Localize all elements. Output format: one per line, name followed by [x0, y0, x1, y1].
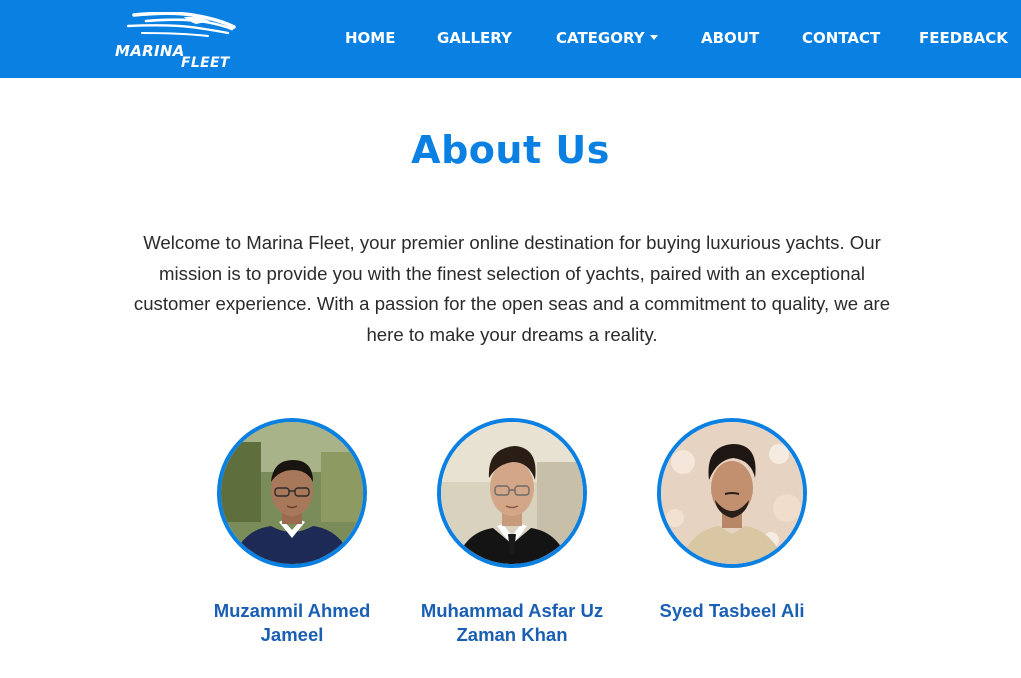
member-name: Muzammil Ahmed Jameel [192, 599, 392, 646]
avatar [437, 418, 587, 568]
member-name: Muhammad Asfar Uz Zaman Khan [412, 599, 612, 646]
avatar [217, 418, 367, 568]
brand-logo[interactable]: MARINA FLEET [112, 12, 240, 72]
navbar: MARINA FLEET HOME GALLERY CATEGORY ABOUT… [0, 0, 1021, 78]
intro-line: Welcome to Marina Fleet, your premier on… [143, 232, 881, 253]
intro-line: customer experience. With a passion for … [133, 293, 891, 315]
nav-feedback[interactable]: FEEDBACK [919, 28, 1008, 48]
nav-home[interactable]: HOME [345, 28, 395, 48]
avatar-photo [221, 422, 363, 564]
brand-name-line2: FLEET [181, 55, 230, 71]
member-name-line: Muhammad Asfar Uz [420, 600, 604, 621]
brand-name-line1: MARINA [115, 42, 185, 60]
avatar-photo [441, 422, 583, 564]
intro-line: here to make your dreams a reality. [366, 324, 658, 346]
caret-down-icon [649, 34, 658, 40]
nav-contact[interactable]: CONTACT [802, 28, 880, 48]
avatar-photo [661, 422, 803, 564]
avatar [657, 418, 807, 568]
member-name-line: Zaman Khan [456, 623, 568, 645]
page-title: About Us [411, 128, 610, 172]
nav-category-label: CATEGORY [556, 29, 645, 47]
nav-about[interactable]: ABOUT [701, 28, 759, 48]
yacht-logo-icon [126, 12, 236, 37]
about-intro: Welcome to Marina Fleet, your premier on… [112, 228, 912, 351]
member-name-line: Jameel [260, 623, 324, 645]
member-name-line: Muzammil Ahmed [213, 600, 371, 621]
nav-category[interactable]: CATEGORY [556, 28, 658, 48]
nav-gallery[interactable]: GALLERY [437, 28, 512, 48]
intro-line: mission is to provide you with the fines… [159, 262, 865, 284]
member-name: Syed Tasbeel Ali [632, 599, 832, 623]
member-name-line: Syed Tasbeel Ali [659, 600, 805, 621]
